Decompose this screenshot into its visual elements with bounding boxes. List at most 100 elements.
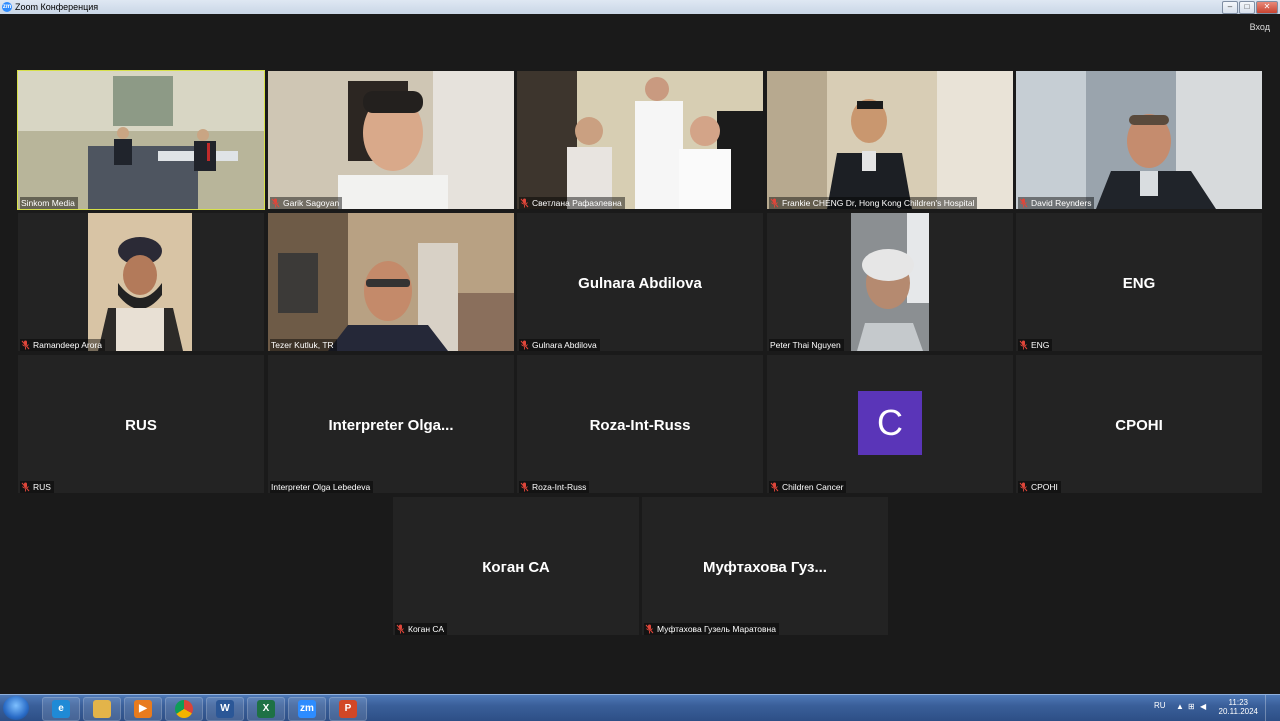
powerpoint-icon: P <box>339 700 357 718</box>
minimize-button[interactable]: – <box>1222 1 1238 14</box>
taskbar-app-button[interactable]: e <box>42 697 80 721</box>
participant-video <box>517 71 763 209</box>
window-controls: – □ ✕ <box>1222 1 1278 14</box>
taskbar-app-button[interactable]: ▶ <box>124 697 162 721</box>
participant-name: Peter Thai Nguyen <box>770 340 841 350</box>
network-icon[interactable]: ⊞ <box>1188 703 1196 711</box>
participant-name-label: ENG <box>1018 339 1053 351</box>
participant-name-label: Светлана Рафаэлевна <box>519 197 625 209</box>
volume-icon[interactable]: ◀ <box>1200 703 1208 711</box>
participant-name-label: Муфтахова Гузель Маратовна <box>644 623 779 635</box>
participant-name: Коган СА <box>408 624 444 634</box>
participant-name-label: Ramandeep Arora <box>20 339 105 351</box>
participant-video <box>268 71 514 209</box>
muted-mic-icon <box>645 624 654 634</box>
muted-mic-icon <box>770 198 779 208</box>
participant-name: Frankie CHENG Dr, Hong Kong Children's H… <box>782 198 975 208</box>
participant-name-label: CPOHI <box>1018 481 1061 493</box>
muted-mic-icon <box>520 340 529 350</box>
language-indicator[interactable]: RU <box>1154 701 1166 710</box>
participant-display-name: Gulnara Abdilova <box>578 275 702 292</box>
participant-tile[interactable]: Sinkom Media <box>17 70 265 210</box>
show-desktop-button[interactable] <box>1265 695 1280 721</box>
participant-tile[interactable]: Gulnara Abdilova Gulnara Abdilova <box>517 213 763 351</box>
participant-tile[interactable]: Roza-Int-Russ Roza-Int-Russ <box>517 355 763 493</box>
participant-tile[interactable]: ENG ENG <box>1016 213 1262 351</box>
participant-name-label: Garik Sagoyan <box>270 197 343 209</box>
participant-display-name: Муфтахова Гуз... <box>703 559 827 576</box>
taskbar-app-button[interactable]: zm <box>288 697 326 721</box>
participant-display-name: RUS <box>125 417 157 434</box>
window-title: Zoom Конференция <box>15 2 99 12</box>
participant-tile[interactable]: Светлана Рафаэлевна <box>517 71 763 209</box>
muted-mic-icon <box>1019 482 1028 492</box>
muted-mic-icon <box>770 482 779 492</box>
participant-name-label: Sinkom Media <box>20 197 78 209</box>
participant-display-name: Roza-Int-Russ <box>589 417 691 434</box>
participant-name-label: RUS <box>20 481 54 493</box>
participant-name-label: Gulnara Abdilova <box>519 339 600 351</box>
participant-name: Garik Sagoyan <box>283 198 340 208</box>
participant-name: Children Cancer <box>782 482 844 492</box>
participant-name-label: Interpreter Olga Lebedeva <box>270 481 374 493</box>
participant-tile[interactable]: RUS RUS <box>18 355 264 493</box>
participant-tile[interactable]: Ramandeep Arora <box>18 213 264 351</box>
signin-link[interactable]: Вход <box>1250 22 1270 32</box>
participant-name-label: Frankie CHENG Dr, Hong Kong Children's H… <box>769 197 978 209</box>
participant-name-label: Roza-Int-Russ <box>519 481 590 493</box>
participant-display-name: Interpreter Olga... <box>328 417 454 434</box>
participant-name: Gulnara Abdilova <box>532 340 597 350</box>
participant-avatar: C <box>858 391 922 455</box>
clock[interactable]: 11:23 20.11.2024 <box>1219 698 1258 716</box>
participant-tile[interactable]: David Reynders <box>1016 71 1262 209</box>
muted-mic-icon <box>520 482 529 492</box>
tray-arrow-icon[interactable]: ▲ <box>1176 703 1184 711</box>
participant-tile[interactable]: Коган СА Коган СА <box>393 497 639 635</box>
system-tray: RU ▲ ⊞ ◀ 11:23 20.11.2024 <box>1150 695 1280 721</box>
start-button[interactable] <box>3 696 29 720</box>
taskbar-app-button[interactable]: P <box>329 697 367 721</box>
participant-tile[interactable]: CPOHI CPOHI <box>1016 355 1262 493</box>
participant-tile[interactable]: C Children Cancer <box>767 355 1013 493</box>
participant-name: David Reynders <box>1031 198 1092 208</box>
taskbar-app-button[interactable] <box>165 697 203 721</box>
participant-name: Муфтахова Гузель Маратовна <box>657 624 776 634</box>
participant-name: Ramandeep Arora <box>33 340 102 350</box>
participant-display-name: ENG <box>1122 275 1156 292</box>
participant-tile[interactable]: Муфтахова Гуз... Муфтахова Гузель Маратов… <box>642 497 888 635</box>
participant-video <box>18 71 264 209</box>
participant-name-label: Tezer Kutluk, TR <box>270 339 337 351</box>
participant-tile[interactable]: Interpreter Olga... Interpreter Olga Lebe… <box>268 355 514 493</box>
participant-tile[interactable]: Tezer Kutluk, TR <box>268 213 514 351</box>
maximize-button[interactable]: □ <box>1239 1 1255 14</box>
close-button[interactable]: ✕ <box>1256 1 1278 14</box>
participant-tile[interactable]: Frankie CHENG Dr, Hong Kong Children's H… <box>767 71 1013 209</box>
participant-name-label: Children Cancer <box>769 481 847 493</box>
excel-icon: X <box>257 700 275 718</box>
window-titlebar: zm Zoom Конференция – □ ✕ <box>0 0 1280 14</box>
participant-video <box>767 213 1013 351</box>
participant-video <box>268 213 514 351</box>
participant-display-name: Коган СА <box>482 559 550 576</box>
taskbar-app-button[interactable]: X <box>247 697 285 721</box>
participant-video <box>1016 71 1262 209</box>
participant-tile[interactable]: Garik Sagoyan <box>268 71 514 209</box>
taskbar-app-button[interactable] <box>83 697 121 721</box>
participant-name-label: Коган СА <box>395 623 447 635</box>
zoom-app-icon: zm <box>2 2 12 12</box>
internet-explorer-icon: e <box>52 700 70 718</box>
muted-mic-icon <box>1019 198 1028 208</box>
muted-mic-icon <box>271 198 280 208</box>
word-icon: W <box>216 700 234 718</box>
participant-tile[interactable]: Peter Thai Nguyen <box>767 213 1013 351</box>
taskbar-app-button[interactable]: W <box>206 697 244 721</box>
participant-video <box>18 213 264 351</box>
clock-time: 11:23 <box>1228 698 1248 707</box>
file-explorer-icon <box>93 700 111 718</box>
participant-display-name: CPOHI <box>1115 417 1163 434</box>
participant-name-label: Peter Thai Nguyen <box>769 339 844 351</box>
participant-name: Tezer Kutluk, TR <box>271 340 334 350</box>
muted-mic-icon <box>1019 340 1028 350</box>
clock-date: 20.11.2024 <box>1218 707 1258 716</box>
participant-video <box>767 71 1013 209</box>
